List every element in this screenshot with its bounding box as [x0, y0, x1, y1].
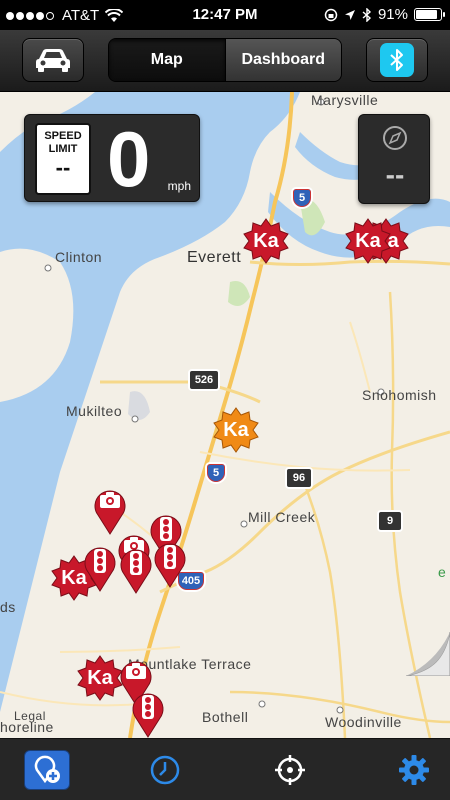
- camera-icon: [100, 492, 120, 508]
- status-right: 91%: [324, 6, 445, 23]
- compass-heading: --: [385, 159, 405, 190]
- red-light-camera-pin[interactable]: [152, 540, 188, 588]
- ka-marker-label: Ka: [87, 666, 113, 689]
- place-bothell: Bothell: [202, 709, 249, 725]
- ka-band-marker-recent[interactable]: Ka: [212, 406, 260, 454]
- gear-icon: [399, 755, 429, 785]
- camera-icon: [126, 663, 146, 679]
- bluetooth-icon: [380, 43, 414, 77]
- place-edge-ds: ds: [0, 599, 16, 615]
- rotation-lock-icon: [324, 8, 338, 21]
- route-shield-i5-north: 5: [291, 187, 313, 209]
- ka-marker-label: Ka: [253, 229, 279, 252]
- settings-tab[interactable]: [392, 751, 436, 789]
- traffic-light-icon: [164, 545, 176, 569]
- red-light-camera-pin[interactable]: [130, 690, 166, 738]
- ka-marker-label: Ka: [223, 418, 249, 441]
- speed-limit-label-1: SPEED: [44, 130, 82, 142]
- speed-unit: mph: [167, 179, 191, 193]
- battery-icon: [414, 8, 445, 21]
- speed-limit-sign: SPEED LIMIT --: [35, 123, 91, 195]
- car-icon: [36, 49, 70, 72]
- ka-band-marker[interactable]: Ka: [76, 654, 124, 702]
- place-shoreline: horeline: [0, 719, 54, 735]
- compass-icon: [383, 126, 407, 150]
- compass-panel[interactable]: --: [358, 114, 430, 204]
- page-curl-button[interactable]: [406, 632, 450, 676]
- bluetooth-status-icon: [362, 7, 371, 22]
- segment-dashboard[interactable]: Dashboard: [224, 39, 341, 81]
- battery-fill: [416, 10, 437, 19]
- red-light-camera-pin[interactable]: [82, 544, 118, 592]
- speed-limit-value: --: [55, 155, 71, 180]
- location-arrow-icon: [344, 9, 355, 20]
- top-toolbar: Map Dashboard: [0, 30, 450, 92]
- add-alert-button[interactable]: [24, 750, 70, 790]
- ka-band-marker[interactable]: Ka: [344, 217, 392, 265]
- traffic-light-icon: [160, 517, 172, 541]
- add-location-icon: [34, 755, 60, 784]
- view-segmented-control: Map Dashboard: [108, 38, 342, 82]
- ka-band-marker[interactable]: Ka: [242, 217, 290, 265]
- car-button[interactable]: [22, 38, 84, 82]
- speed-camera-pin[interactable]: [92, 487, 128, 535]
- place-edge-e: e: [438, 564, 447, 580]
- locate-tab[interactable]: [268, 751, 312, 789]
- route-shield-i5-south: 5: [205, 462, 227, 484]
- route-shield-96: 96: [285, 467, 313, 489]
- current-speed: 0: [107, 115, 151, 203]
- place-everett: Everett: [187, 249, 242, 266]
- segment-map[interactable]: Map: [109, 39, 225, 81]
- traffic-light-icon: [130, 551, 142, 575]
- place-snohomish: Snohomish: [362, 387, 437, 403]
- crosshair-icon: [275, 755, 305, 785]
- route-shield-526: 526: [188, 369, 220, 391]
- red-light-camera-pin[interactable]: [118, 546, 154, 594]
- ka-marker-label: Ka: [355, 229, 381, 252]
- place-clinton: Clinton: [55, 249, 103, 265]
- bottom-tab-bar: [0, 738, 450, 800]
- history-tab[interactable]: [143, 751, 187, 789]
- clock-icon: [150, 755, 180, 785]
- battery-percent: 91%: [377, 6, 408, 23]
- place-marysville: Marysville: [311, 92, 379, 108]
- speed-panel: SPEED LIMIT -- 0 mph: [24, 114, 200, 202]
- bluetooth-button[interactable]: [366, 38, 428, 82]
- route-shield-9: 9: [377, 510, 403, 532]
- status-bar: AT&T 12:47 PM 91%: [0, 0, 450, 30]
- traffic-light-icon: [142, 695, 154, 719]
- speed-limit-label-2: LIMIT: [48, 143, 78, 155]
- place-woodinville: Woodinville: [325, 714, 402, 730]
- place-mukilteo: Mukilteo: [66, 403, 123, 419]
- place-mill-creek: Mill Creek: [248, 509, 316, 525]
- traffic-light-icon: [94, 549, 106, 573]
